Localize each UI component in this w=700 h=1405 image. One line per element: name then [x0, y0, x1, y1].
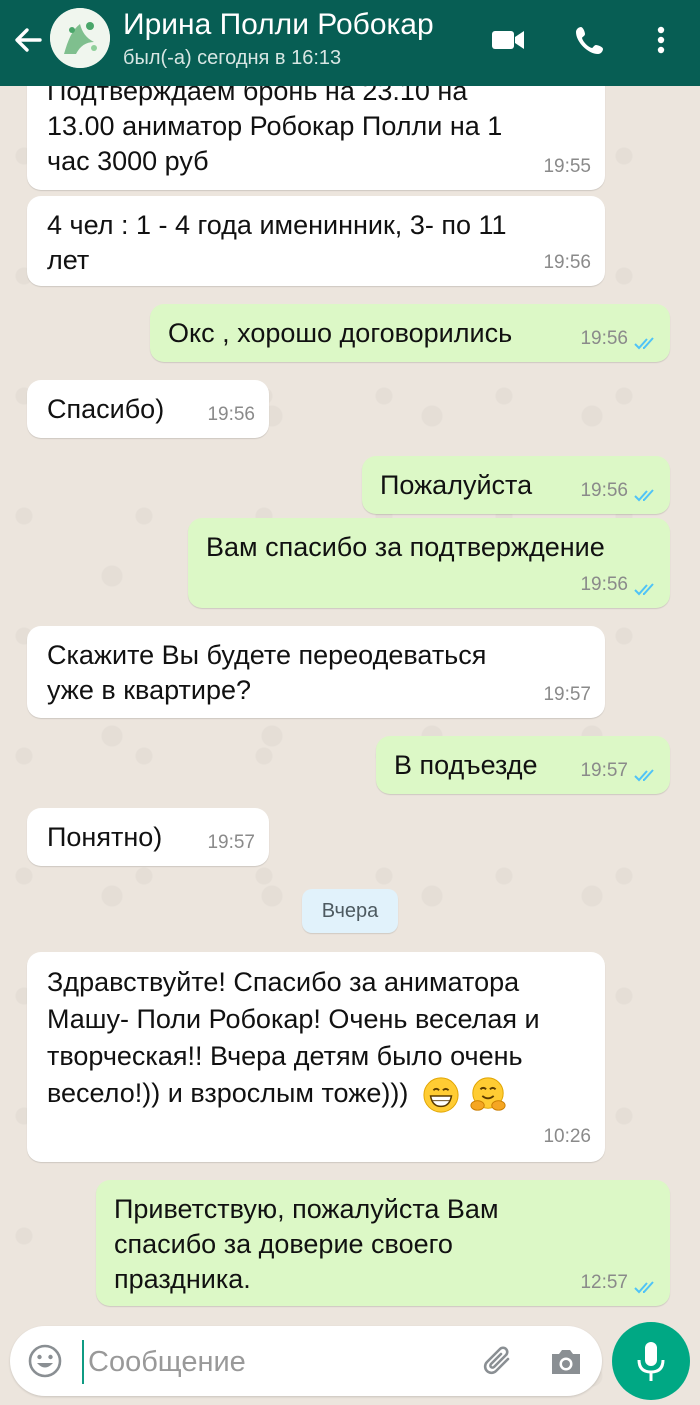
message-bubble-incoming[interactable]: Понятно) 19:57 [27, 808, 269, 866]
message-text: Приветствую, пожалуйста Вам спасибо за д… [114, 1192, 499, 1297]
read-ticks-icon [634, 1281, 654, 1294]
message-bubble-incoming[interactable]: Скажите Вы будете переодеваться уже в кв… [27, 626, 605, 718]
mic-icon [637, 1342, 665, 1381]
message-line: Скажите Вы будете переодеваться [47, 640, 487, 670]
message-time: 19:57 [207, 832, 255, 853]
message-time: 19:57 [543, 684, 591, 705]
mic-button[interactable] [612, 1322, 690, 1400]
message-text: Подтверждаем бронь на 23.10 на 13.00 ани… [47, 86, 502, 179]
message-time: 19:56 [207, 404, 255, 425]
back-arrow-icon[interactable] [10, 22, 46, 58]
message-text: В подъезде [394, 750, 538, 780]
contact-name[interactable]: Ирина Полли Робокар [123, 8, 434, 42]
message-bubble-outgoing[interactable]: В подъезде 19:57 [376, 736, 670, 794]
message-input[interactable] [82, 1340, 470, 1384]
message-line: спасибо за доверие своего [114, 1229, 453, 1259]
message-line: 13.00 аниматор Робокар Полли на 1 [47, 111, 503, 141]
message-time: 19:56 [580, 480, 628, 501]
camera-icon[interactable] [546, 1342, 586, 1382]
message-line: Машу- Поли Робокар! Очень веселая и [47, 1004, 540, 1034]
message-line: Приветствую, пожалуйста Вам [114, 1194, 499, 1224]
message-text: Окс , хорошо договорились [168, 318, 513, 348]
message-line: 4 чел : 1 - 4 года именинник, 3- по 11 [47, 210, 507, 240]
message-time: 19:56 [543, 252, 591, 273]
message-composer [10, 1326, 602, 1396]
attach-icon[interactable] [478, 1342, 518, 1382]
message-line: Подтверждаем бронь на 23.10 на [47, 86, 468, 106]
chat-header: Ирина Полли Робокар был(-а) сегодня в 16… [0, 0, 700, 86]
date-divider: Вчера [302, 889, 398, 933]
message-text: 4 чел : 1 - 4 года именинник, 3- по 11 л… [47, 208, 507, 278]
more-vert-icon[interactable] [646, 22, 676, 58]
avatar[interactable] [50, 8, 110, 68]
message-time: 10:26 [543, 1126, 591, 1147]
message-line: весело!)) и взрослым тоже))) [47, 1075, 540, 1114]
message-time: 19:56 [580, 328, 628, 349]
message-line: праздника. [114, 1264, 251, 1294]
message-bubble-outgoing[interactable]: Приветствую, пожалуйста Вам спасибо за д… [96, 1180, 670, 1306]
message-text: Скажите Вы будете переодеваться уже в кв… [47, 638, 486, 708]
message-time: 19:57 [580, 760, 628, 781]
grinning-face-icon [423, 1077, 459, 1113]
message-bubble-incoming[interactable]: 4 чел : 1 - 4 года именинник, 3- по 11 л… [27, 196, 605, 286]
message-time: 19:56 [580, 574, 628, 595]
message-time: 19:55 [543, 156, 591, 177]
read-ticks-icon [634, 337, 654, 350]
message-time: 12:57 [580, 1272, 628, 1293]
message-bubble-incoming[interactable]: Здравствуйте! Спасибо за аниматора Машу-… [27, 952, 605, 1162]
message-bubble-incoming[interactable]: Подтверждаем бронь на 23.10 на 13.00 ани… [27, 86, 605, 190]
emoji-icon[interactable] [26, 1342, 64, 1380]
video-call-icon[interactable] [488, 22, 528, 58]
contact-status: был(-а) сегодня в 16:13 [123, 47, 342, 69]
message-line: творческая!! Вчера детям было очень [47, 1041, 523, 1071]
hugging-face-icon [470, 1077, 506, 1111]
message-bubble-outgoing[interactable]: Пожалуйста 19:56 [362, 456, 670, 514]
read-ticks-icon [634, 583, 654, 596]
message-line-text: весело!)) и взрослым тоже))) [47, 1078, 409, 1108]
message-list[interactable]: Подтверждаем бронь на 23.10 на 13.00 ани… [0, 86, 700, 1316]
message-bubble-outgoing[interactable]: Вам спасибо за подтверждение 19:56 [188, 518, 670, 608]
message-text: Вам спасибо за подтверждение [206, 532, 605, 562]
message-text: Понятно) [47, 822, 163, 852]
message-line: лет [47, 245, 90, 275]
message-bubble-incoming[interactable]: Спасибо) 19:56 [27, 380, 269, 438]
phone-icon[interactable] [572, 22, 612, 58]
read-ticks-icon [634, 769, 654, 782]
message-text: Спасибо) [47, 394, 165, 424]
message-bubble-outgoing[interactable]: Окс , хорошо договорились 19:56 [150, 304, 670, 362]
message-line: Здравствуйте! Спасибо за аниматора [47, 967, 520, 997]
read-ticks-icon [634, 489, 654, 502]
message-text: Здравствуйте! Спасибо за аниматора Машу-… [47, 964, 540, 1114]
message-line: уже в квартире? [47, 675, 252, 705]
message-text: Пожалуйста [380, 470, 533, 500]
message-line: час 3000 руб [47, 146, 209, 176]
